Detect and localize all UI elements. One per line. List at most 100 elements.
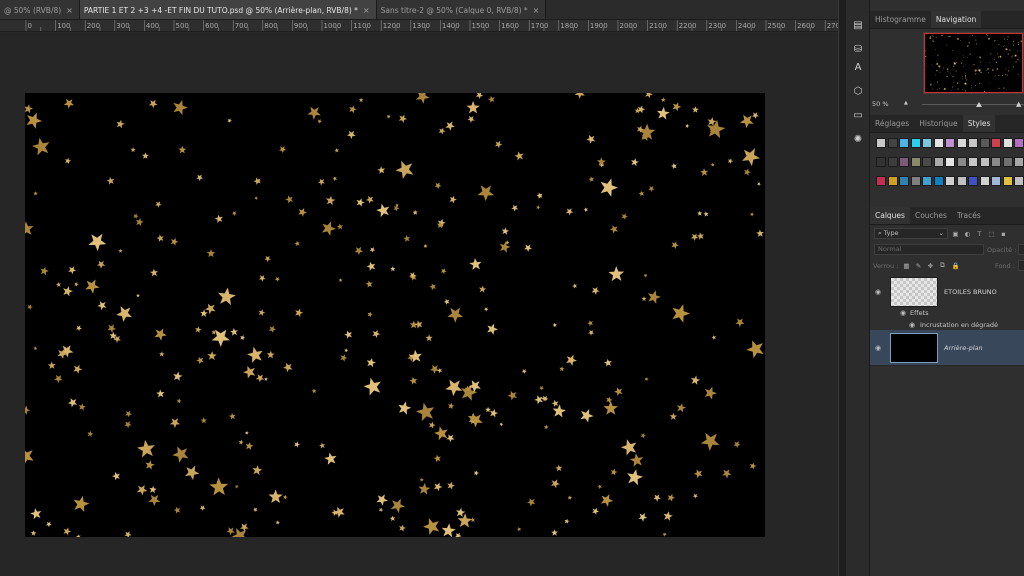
style-swatch[interactable] bbox=[956, 176, 967, 186]
zoom-slider[interactable] bbox=[922, 104, 1024, 105]
style-swatch[interactable] bbox=[899, 176, 909, 186]
navigator-view-box[interactable] bbox=[924, 33, 1023, 93]
blend-mode-select[interactable]: Normal bbox=[874, 244, 984, 255]
zoom-out-icon[interactable]: ▲ bbox=[904, 100, 908, 106]
opacity-field[interactable] bbox=[1018, 244, 1024, 255]
folder-icon[interactable]: ▭ bbox=[851, 108, 865, 122]
style-swatch[interactable] bbox=[933, 138, 944, 148]
style-swatch[interactable] bbox=[887, 138, 898, 148]
style-swatch[interactable] bbox=[899, 157, 909, 167]
style-swatch[interactable] bbox=[945, 176, 955, 186]
style-swatch[interactable] bbox=[991, 176, 1001, 186]
style-swatch[interactable] bbox=[876, 176, 886, 186]
gradient-overlay-effect[interactable]: Incrustation en dégradé bbox=[920, 321, 998, 329]
tab-reglages[interactable]: Réglages bbox=[870, 115, 914, 132]
panel-splitter[interactable] bbox=[838, 0, 846, 576]
layer-name[interactable]: Arrière-plan bbox=[944, 344, 983, 352]
style-swatch[interactable] bbox=[910, 138, 921, 148]
style-swatch[interactable] bbox=[968, 138, 978, 148]
effects-label[interactable]: Effets bbox=[910, 309, 929, 317]
star-shape bbox=[704, 386, 717, 400]
layer-row-etoiles[interactable]: ◉ ETOILES BRUNO ◉ Effets ◉ Incrustation … bbox=[870, 274, 1024, 334]
style-swatch[interactable] bbox=[1014, 138, 1024, 148]
style-swatch[interactable] bbox=[922, 157, 932, 167]
style-swatch[interactable] bbox=[956, 138, 967, 148]
info-panel-icon[interactable]: ▤ bbox=[851, 18, 865, 32]
tab-styles[interactable]: Styles bbox=[962, 115, 996, 132]
style-swatch[interactable] bbox=[922, 138, 932, 148]
eye-icon[interactable]: ◉ bbox=[875, 288, 883, 296]
style-swatch[interactable] bbox=[876, 157, 886, 167]
smart-filter-icon[interactable]: ▪ bbox=[1000, 230, 1007, 238]
close-icon[interactable]: × bbox=[533, 6, 540, 15]
style-swatch[interactable] bbox=[910, 176, 921, 186]
layer-row-arriere-plan[interactable]: ◉ Arrière-plan bbox=[870, 330, 1024, 366]
style-swatch[interactable] bbox=[979, 138, 990, 148]
zoom-slider-handle[interactable] bbox=[976, 102, 982, 107]
style-swatch[interactable] bbox=[956, 157, 967, 167]
style-swatch[interactable] bbox=[922, 176, 932, 186]
tab-historique[interactable]: Historique bbox=[914, 115, 962, 132]
close-icon[interactable]: × bbox=[363, 6, 370, 15]
style-swatch[interactable] bbox=[899, 138, 909, 148]
style-swatch[interactable] bbox=[991, 157, 1001, 167]
layer-name[interactable]: ETOILES BRUNO bbox=[944, 288, 997, 296]
style-swatch[interactable] bbox=[979, 176, 990, 186]
zoom-in-icon[interactable]: ▲ bbox=[1016, 100, 1021, 108]
stars-artwork bbox=[25, 93, 764, 537]
style-swatch[interactable] bbox=[968, 157, 978, 167]
style-swatch[interactable] bbox=[1014, 157, 1024, 167]
close-icon[interactable]: × bbox=[66, 6, 73, 15]
star-shape bbox=[145, 460, 155, 470]
navigator-thumbnail[interactable] bbox=[923, 32, 1024, 94]
lock-position-icon[interactable]: ✥ bbox=[927, 262, 934, 270]
canvas-area[interactable] bbox=[0, 33, 838, 576]
type-filter-icon[interactable]: T bbox=[976, 230, 983, 238]
lock-pixels-icon[interactable]: ✎ bbox=[915, 262, 922, 270]
style-swatch[interactable] bbox=[876, 138, 886, 148]
tab-traces[interactable]: Tracés bbox=[952, 207, 986, 224]
effect-eye-icon[interactable]: ◉ bbox=[909, 321, 917, 329]
style-swatch[interactable] bbox=[887, 157, 898, 167]
style-swatch[interactable] bbox=[991, 138, 1001, 148]
shape-filter-icon[interactable]: ⬚ bbox=[988, 230, 995, 238]
pixel-filter-icon[interactable]: ▣ bbox=[952, 230, 959, 238]
style-swatch[interactable] bbox=[933, 157, 944, 167]
style-swatch[interactable] bbox=[933, 176, 944, 186]
eye-icon[interactable]: ◉ bbox=[875, 344, 883, 352]
style-swatch[interactable] bbox=[1002, 157, 1013, 167]
libraries-icon[interactable]: ⛁ bbox=[851, 42, 865, 56]
star-shape bbox=[609, 225, 618, 234]
style-swatch[interactable] bbox=[887, 176, 898, 186]
tab-navigation[interactable]: Navigation bbox=[930, 11, 982, 28]
document-tab-3[interactable]: Sans titre-2 @ 50% (Calque 0, RVB/8) * × bbox=[376, 0, 547, 19]
3d-cube-icon[interactable]: ⬡ bbox=[851, 84, 865, 98]
tab-couches[interactable]: Couches bbox=[910, 207, 952, 224]
style-swatch[interactable] bbox=[968, 176, 978, 186]
star-shape bbox=[412, 209, 418, 215]
adjustment-filter-icon[interactable]: ◐ bbox=[964, 230, 971, 238]
style-swatch[interactable] bbox=[910, 157, 921, 167]
effects-eye-icon[interactable]: ◉ bbox=[900, 309, 908, 317]
style-swatch[interactable] bbox=[945, 138, 955, 148]
layer-filter-select[interactable]: ⌕ Type ⌄ bbox=[874, 228, 948, 239]
document-tab-2[interactable]: PARTIE 1 ET 2 +3 +4 -ET FIN DU TUTO.psd … bbox=[79, 0, 377, 19]
character-style-icon[interactable]: A bbox=[851, 60, 865, 74]
star-shape bbox=[185, 465, 200, 481]
style-swatch[interactable] bbox=[1002, 138, 1013, 148]
fill-field[interactable] bbox=[1018, 260, 1024, 271]
tab-calques[interactable]: Calques bbox=[870, 207, 910, 224]
gear-properties-icon[interactable]: ✺ bbox=[851, 132, 865, 146]
lock-transparency-icon[interactable]: ▦ bbox=[903, 262, 910, 270]
style-swatch[interactable] bbox=[1014, 176, 1024, 186]
style-swatch[interactable] bbox=[945, 157, 955, 167]
document-tab-1[interactable]: @ 50% (RVB/8) × bbox=[0, 0, 80, 19]
style-swatch[interactable] bbox=[979, 157, 990, 167]
tab-histogramme[interactable]: Histogramme bbox=[870, 11, 931, 28]
lock-all-icon[interactable]: 🔒 bbox=[951, 262, 959, 270]
document-canvas[interactable] bbox=[25, 93, 765, 537]
zoom-value[interactable]: 50 % bbox=[872, 100, 889, 108]
style-swatch[interactable] bbox=[1002, 176, 1013, 186]
tab-label: Sans titre-2 @ 50% (Calque 0, RVB/8) * bbox=[380, 5, 528, 15]
artboard-icon[interactable]: ⧉ bbox=[939, 261, 946, 269]
